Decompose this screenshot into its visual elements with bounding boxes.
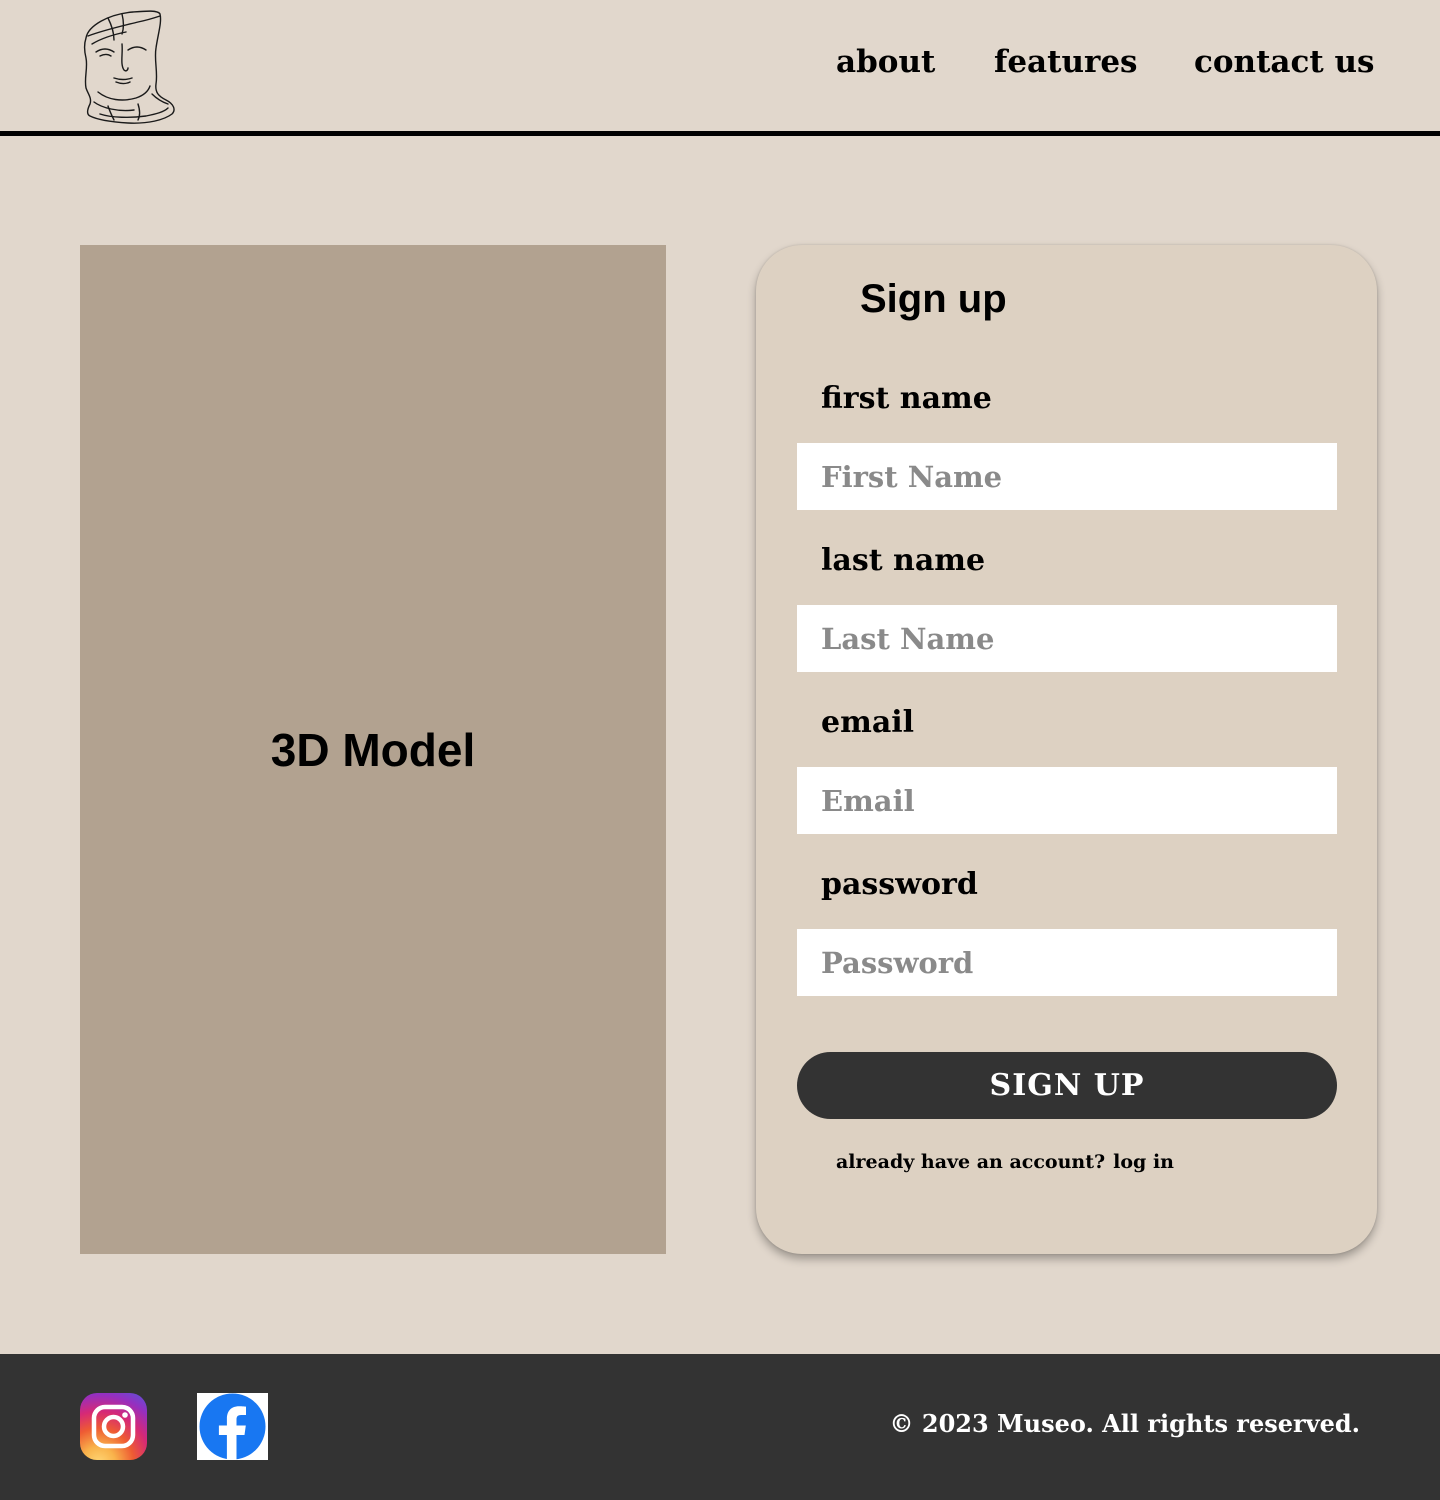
site-footer: © 2023 Museo. All rights reserved. xyxy=(0,1354,1440,1500)
facebook-icon[interactable] xyxy=(197,1393,268,1460)
last-name-label: last name xyxy=(821,543,986,578)
nav-about-link[interactable]: about xyxy=(836,44,935,88)
first-name-input[interactable] xyxy=(797,443,1337,510)
model-viewer-placeholder[interactable]: 3D Model xyxy=(80,245,666,1254)
nav-features-link[interactable]: features xyxy=(994,44,1138,88)
site-header: about features contact us xyxy=(0,0,1440,136)
instagram-icon[interactable] xyxy=(80,1393,147,1460)
copyright-text: © 2023 Museo. All rights reserved. xyxy=(889,1409,1360,1438)
email-input[interactable] xyxy=(797,767,1337,834)
last-name-input[interactable] xyxy=(797,605,1337,672)
sign-up-button[interactable]: SIGN UP xyxy=(797,1052,1337,1119)
email-label: email xyxy=(821,705,915,740)
sculpture-head-logo-icon[interactable] xyxy=(78,8,178,126)
password-input[interactable] xyxy=(797,929,1337,996)
login-prompt: already have an account? log in xyxy=(836,1151,1174,1173)
login-prompt-text: already have an account? xyxy=(836,1151,1106,1173)
password-label: password xyxy=(821,867,978,902)
signup-card: Sign up first name last name email passw… xyxy=(756,245,1377,1254)
log-in-link[interactable]: log in xyxy=(1113,1151,1174,1173)
first-name-label: first name xyxy=(821,381,992,416)
signup-title: Sign up xyxy=(860,277,1007,321)
nav-contact-us-link[interactable]: contact us xyxy=(1194,44,1374,88)
model-viewer-label: 3D Model xyxy=(270,723,476,776)
